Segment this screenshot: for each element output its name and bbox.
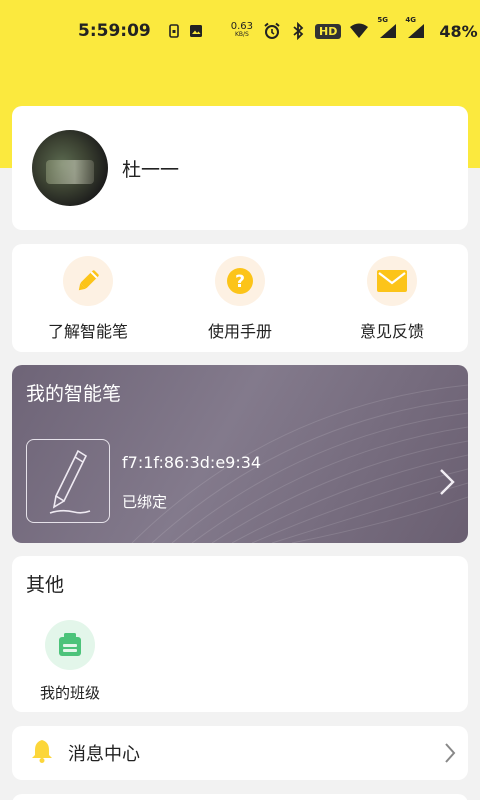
image-icon: [189, 24, 203, 38]
pen-icon: [26, 439, 110, 523]
quick-action-label: 使用手册: [207, 322, 272, 341]
bluetooth-icon: [291, 22, 305, 40]
pen-mac-address: f7:1f:86:3d:e9:34: [122, 453, 262, 472]
my-class-label: 我的班级: [39, 684, 100, 702]
battery-percent: 48%: [439, 21, 478, 41]
net-speed: 0.63 KB/S: [230, 21, 254, 39]
chevron-right-icon[interactable]: [438, 467, 456, 501]
chevron-right-icon: [444, 742, 456, 768]
hd-badge: HD: [315, 23, 342, 39]
quick-action-label: 意见反馈: [359, 322, 424, 341]
quick-action-label: 了解智能笔: [47, 322, 128, 341]
signal-5g-label: 5G: [377, 16, 388, 24]
smart-pen-card[interactable]: 我的智能笔 f7:1f:86:3d:e9:34 已绑定: [12, 365, 468, 543]
next-card-partial: [12, 794, 468, 800]
pen-card-title: 我的智能笔: [26, 383, 122, 405]
quick-actions-card: 了解智能笔 ? 使用手册 意见反馈: [12, 244, 468, 352]
status-bar: 5:59:09 0.63 KB/S HD 5G 4G 48%: [0, 0, 480, 62]
question-icon: ?: [215, 256, 265, 306]
alarm-icon: [263, 22, 281, 40]
other-card: 其他 我的班级: [12, 556, 468, 712]
class-icon: [45, 620, 95, 670]
other-title: 其他: [26, 574, 65, 596]
message-center-row[interactable]: 消息中心: [12, 726, 468, 780]
profile-card[interactable]: 杜一一: [12, 106, 468, 230]
quick-action-manual[interactable]: ? 使用手册: [164, 244, 316, 352]
bell-icon: [30, 738, 54, 768]
net-speed-value: 0.63: [230, 21, 254, 32]
wifi-icon: [349, 23, 369, 39]
my-class-item[interactable]: 我的班级: [36, 620, 104, 703]
username: 杜一一: [122, 158, 180, 181]
pen-bind-status: 已绑定: [122, 493, 168, 511]
status-time: 5:59:09: [78, 21, 151, 41]
signal-4g-icon: 4G: [405, 16, 425, 39]
signal-5g-icon: 5G: [377, 16, 397, 39]
pencil-icon: [63, 256, 113, 306]
sim-icon: [168, 24, 179, 38]
signal-4g-label: 4G: [405, 16, 416, 24]
mail-icon: [367, 256, 417, 306]
net-speed-unit: KB/S: [234, 31, 249, 38]
quick-action-feedback[interactable]: 意见反馈: [316, 244, 468, 352]
quick-action-learn-pen[interactable]: 了解智能笔: [12, 244, 164, 352]
message-center-label: 消息中心: [68, 744, 140, 765]
svg-text:?: ?: [235, 272, 245, 292]
avatar[interactable]: [32, 130, 108, 206]
